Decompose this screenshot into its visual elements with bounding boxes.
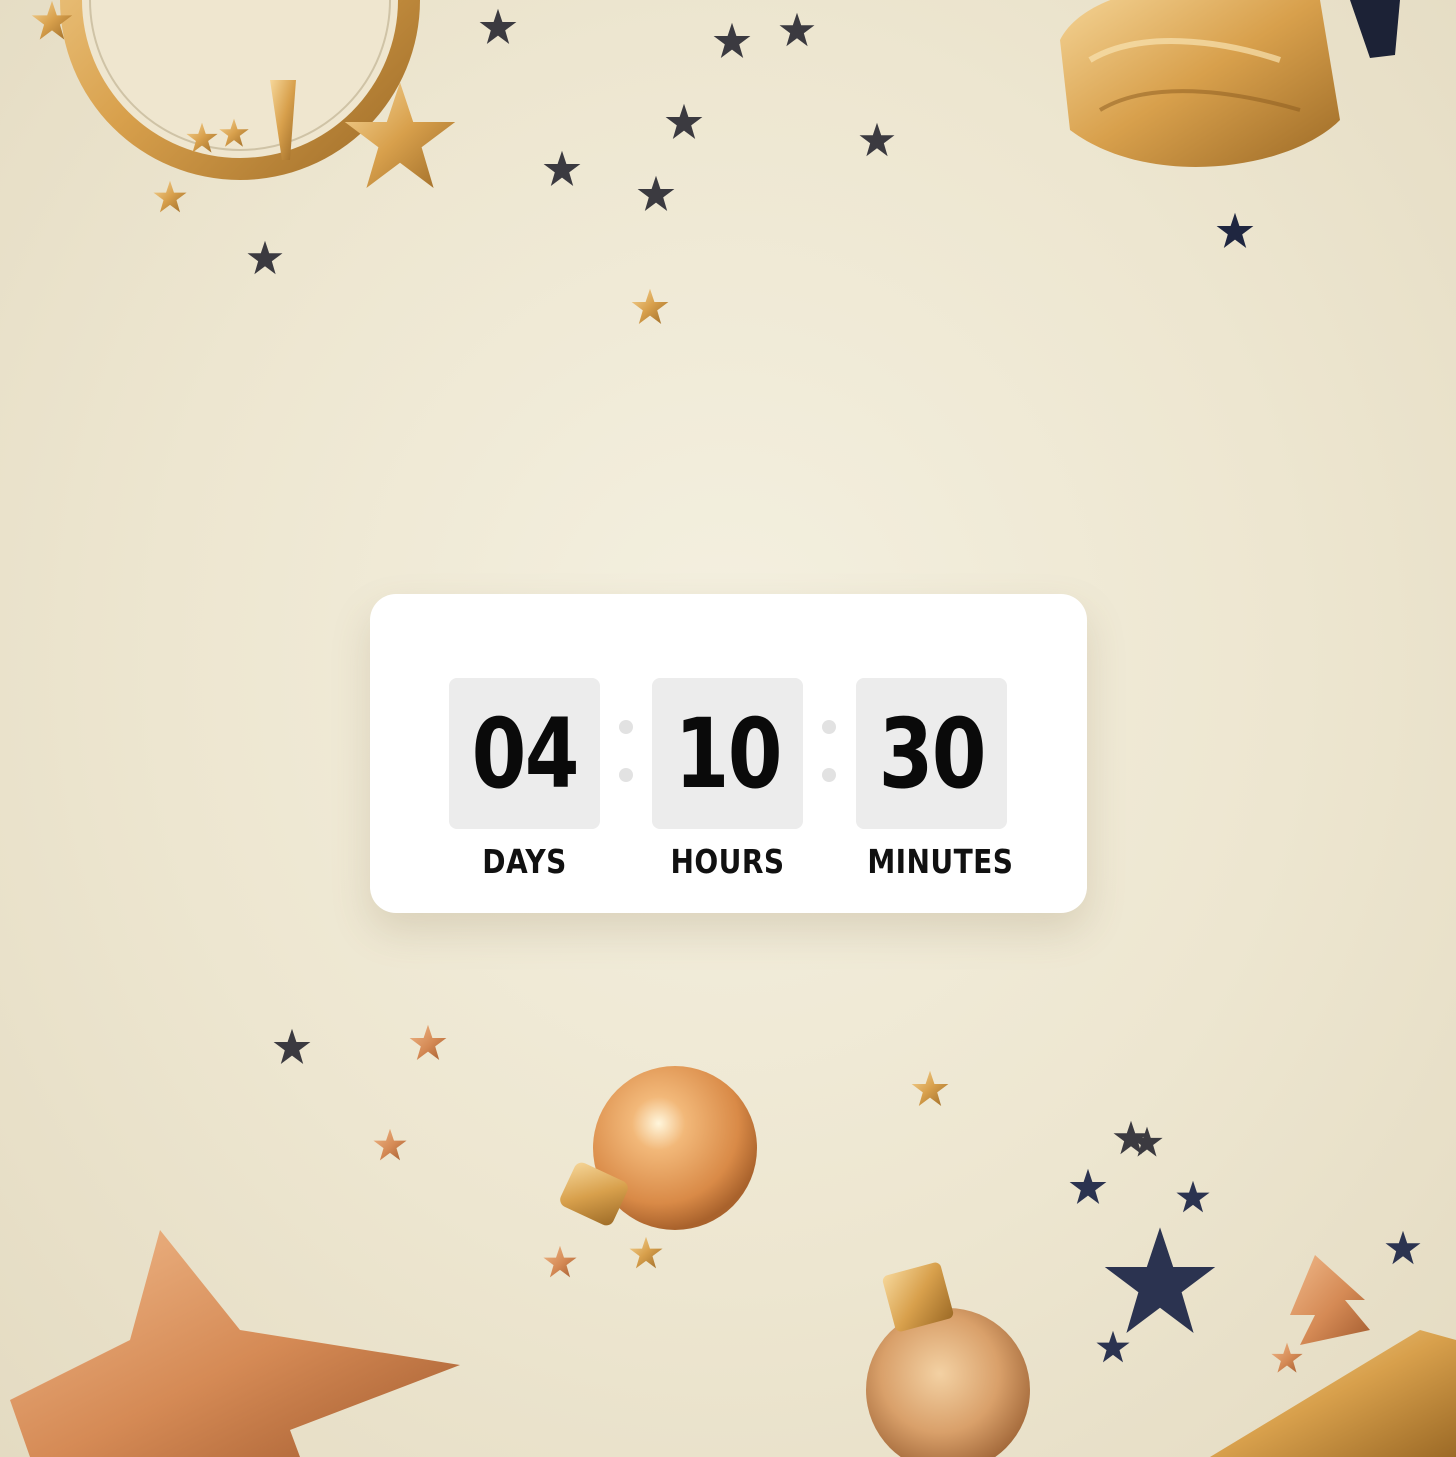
big-star-decoration: [10, 1230, 460, 1457]
gift-box-decoration: [1210, 1330, 1456, 1457]
separator-days-hours: [619, 720, 633, 784]
minutes-unit: 30 MINUTES: [856, 678, 1014, 881]
days-label: DAYS: [482, 842, 567, 881]
days-unit: 04 DAYS: [449, 678, 600, 878]
minutes-box: 30: [856, 678, 1007, 829]
days-box: 04: [449, 678, 600, 829]
separator-dot: [822, 720, 836, 734]
cork-decoration: [1060, 0, 1400, 167]
hours-value: 10: [674, 697, 782, 810]
days-value: 04: [471, 697, 579, 810]
hours-label: HOURS: [670, 842, 785, 881]
minutes-value: 30: [878, 697, 986, 810]
clock-decoration: [60, 0, 420, 180]
hours-box: 10: [652, 678, 803, 829]
ornament-ball-decoration: [560, 1066, 757, 1230]
tree-decoration: [1290, 1255, 1370, 1345]
separator-dot: [619, 768, 633, 782]
glitter-ball-decoration: [866, 1262, 1030, 1457]
separator-hours-minutes: [822, 720, 836, 784]
hours-unit: 10 HOURS: [652, 678, 803, 878]
countdown-card: 04 DAYS 10 HOURS 30 MINUTES: [370, 594, 1087, 913]
separator-dot: [822, 768, 836, 782]
minutes-label: MINUTES: [867, 842, 1014, 881]
separator-dot: [619, 720, 633, 734]
